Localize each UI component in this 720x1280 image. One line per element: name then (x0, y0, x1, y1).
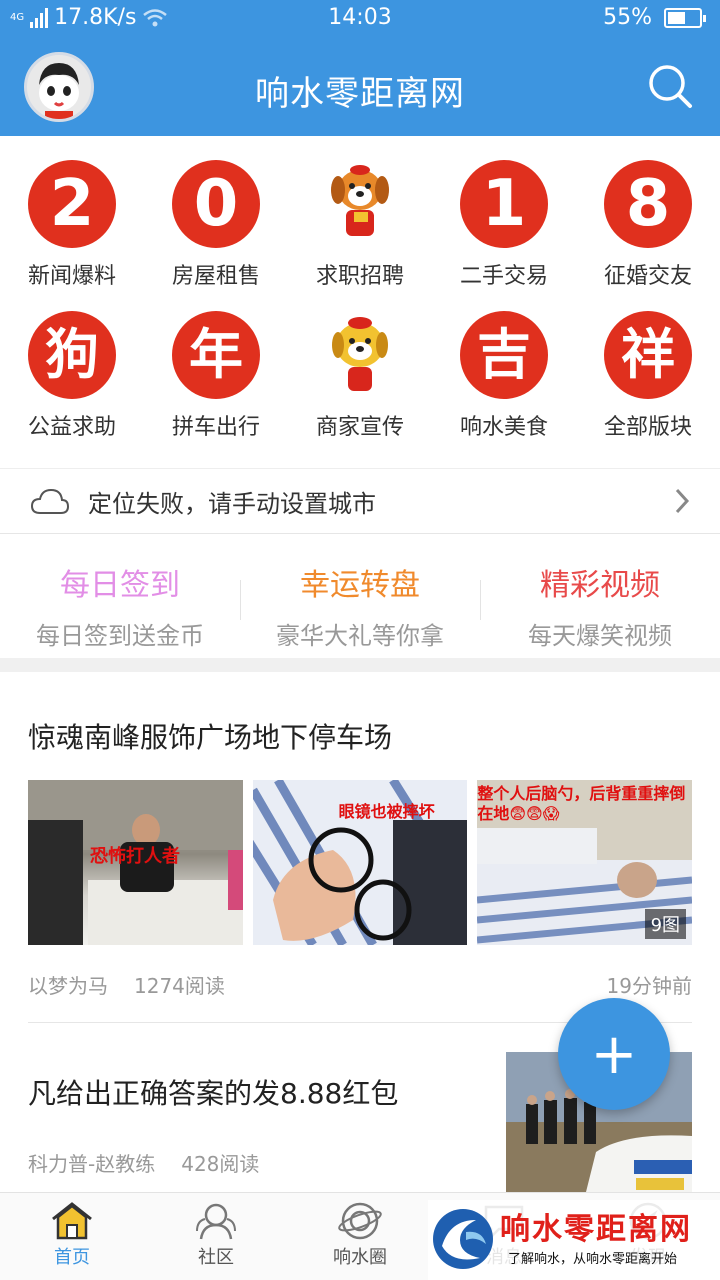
grid-label: 求职招聘 (315, 264, 404, 289)
promo-subtitle: 每日签到送金币 (36, 622, 204, 650)
post-image[interactable]: 眼镜也被摔坏 (252, 780, 468, 945)
watermark: 响水零距离网 了解响水，从响水零距离开始 (428, 1200, 720, 1280)
grid-item-all-sections[interactable]: 祥 全部版块 (576, 297, 720, 448)
nav-home[interactable]: 首页 (0, 1193, 144, 1280)
watermark-subtitle: 了解响水，从响水零距离开始 (508, 1252, 678, 1267)
number-0-icon: 0 (172, 160, 260, 248)
app-title: 响水零距离网 (255, 74, 465, 114)
promo-subtitle: 豪华大礼等你拿 (276, 622, 444, 650)
nav-community[interactable]: 社区 (144, 1193, 288, 1280)
battery-percent: 55% (603, 5, 652, 30)
grid-item-housing[interactable]: 0 房屋租售 (144, 146, 288, 297)
promo-videos[interactable]: 精彩视频 每天爆笑视频 (480, 536, 720, 658)
category-grid: 2 新闻爆料 0 房屋租售 求职招聘 1 二手交易 8 征婚交友 狗 公益求助 … (0, 146, 720, 448)
post-reads: 1274阅读 (134, 974, 225, 998)
nav-circle[interactable]: 响水圈 (288, 1193, 432, 1280)
promo-subtitle: 每天爆笑视频 (528, 622, 672, 650)
post-title[interactable]: 凡给出正确答案的发8.88红包 (28, 1072, 398, 1112)
image-caption: 眼镜也被摔坏 (338, 802, 435, 821)
community-icon (196, 1203, 236, 1240)
chevron-right-icon (675, 488, 690, 514)
watermark-title: 响水零距离网 (500, 1212, 692, 1247)
post-author[interactable]: 科力普-赵教练 (28, 1152, 155, 1176)
promo-title: 每日签到 (60, 568, 180, 603)
grid-label: 二手交易 (459, 264, 548, 289)
grid-item-news[interactable]: 2 新闻爆料 (0, 146, 144, 297)
nav-label: 响水圈 (333, 1247, 387, 1268)
grid-row: 狗 公益求助 年 拼车出行 商家宣传 吉 响水美食 祥 全部版块 (0, 297, 720, 448)
year-character-icon: 年 (172, 311, 260, 399)
post-time: 19分钟前 (606, 974, 692, 998)
grid-item-food[interactable]: 吉 响水美食 (432, 297, 576, 448)
post-meta: 以梦为马 1274阅读 (28, 970, 225, 999)
promo-row: 每日签到 每日签到送金币 幸运转盘 豪华大礼等你拿 精彩视频 每天爆笑视频 (0, 536, 720, 658)
grid-item-jobs[interactable]: 求职招聘 (288, 146, 432, 297)
post-image[interactable]: 恐怖打人者 (28, 780, 243, 945)
grid-row: 2 新闻爆料 0 房屋租售 求职招聘 1 二手交易 8 征婚交友 (0, 146, 720, 297)
image-caption: 恐怖打人者 (90, 846, 180, 867)
location-bar[interactable]: 定位失败，请手动设置城市 (0, 468, 720, 534)
grid-label: 拼车出行 (171, 415, 260, 440)
number-8-icon: 8 (604, 160, 692, 248)
number-1-icon: 1 (460, 160, 548, 248)
location-text: 定位失败，请手动设置城市 (88, 489, 376, 518)
compose-button[interactable]: + (558, 998, 670, 1110)
post-image[interactable]: 整个人后脑勺，后背重重摔倒在地😨😨😱 9图 (477, 780, 693, 945)
cloud-icon (30, 488, 70, 514)
promo-title: 精彩视频 (540, 568, 660, 603)
grid-label: 响水美食 (459, 415, 548, 440)
post-author[interactable]: 以梦为马 (28, 974, 108, 998)
dog-mascot-icon (332, 317, 388, 391)
app-screen: 4G 17.8K/s 14:03 55% 响水零距离网 2 新闻爆料 0 房屋租… (0, 0, 720, 1280)
nav-label: 首页 (54, 1247, 90, 1268)
search-icon[interactable] (646, 62, 694, 110)
status-bar: 4G 17.8K/s 14:03 55% (0, 0, 720, 36)
image-count-badge: 9图 (644, 909, 687, 939)
post-images[interactable]: 恐怖打人者 眼镜也被摔坏 整个人后脑勺，后背重重摔倒在地😨😨😱 9图 (28, 780, 693, 945)
grid-label: 商家宣传 (315, 415, 404, 440)
app-header: 4G 17.8K/s 14:03 55% 响水零距离网 (0, 0, 720, 136)
grid-label: 全部版块 (603, 415, 692, 440)
post-meta: 科力普-赵教练 428阅读 (28, 1148, 259, 1177)
grid-item-charity[interactable]: 狗 公益求助 (0, 297, 144, 448)
battery-icon (664, 7, 706, 28)
grid-label: 征婚交友 (603, 264, 692, 289)
post-reads: 428阅读 (181, 1152, 260, 1176)
grid-label: 公益求助 (27, 415, 116, 440)
dog-mascot-icon (331, 165, 389, 236)
grid-label: 房屋租售 (171, 264, 260, 289)
promo-title: 幸运转盘 (300, 568, 420, 603)
planet-icon (338, 1202, 382, 1240)
luck-character-icon: 吉 (460, 311, 548, 399)
grid-item-secondhand[interactable]: 1 二手交易 (432, 146, 576, 297)
grid-label: 新闻爆料 (27, 264, 116, 289)
promo-daily-checkin[interactable]: 每日签到 每日签到送金币 (0, 536, 240, 658)
image-caption: 整个人后脑勺，后背重重摔倒在地😨😨😱 (477, 784, 686, 823)
auspicious-character-icon: 祥 (604, 311, 692, 399)
home-icon (52, 1202, 92, 1240)
nav-label: 社区 (198, 1247, 234, 1268)
post-title[interactable]: 惊魂南峰服饰广场地下停车场 (28, 716, 392, 756)
promo-lucky-wheel[interactable]: 幸运转盘 豪华大礼等你拿 (240, 536, 480, 658)
grid-item-merchant[interactable]: 商家宣传 (288, 297, 432, 448)
number-2-icon: 2 (28, 160, 116, 248)
site-logo-icon (433, 1209, 493, 1269)
grid-item-dating[interactable]: 8 征婚交友 (576, 146, 720, 297)
dog-character-icon: 狗 (28, 311, 116, 399)
section-divider (0, 658, 720, 672)
grid-item-carpool[interactable]: 年 拼车出行 (144, 297, 288, 448)
